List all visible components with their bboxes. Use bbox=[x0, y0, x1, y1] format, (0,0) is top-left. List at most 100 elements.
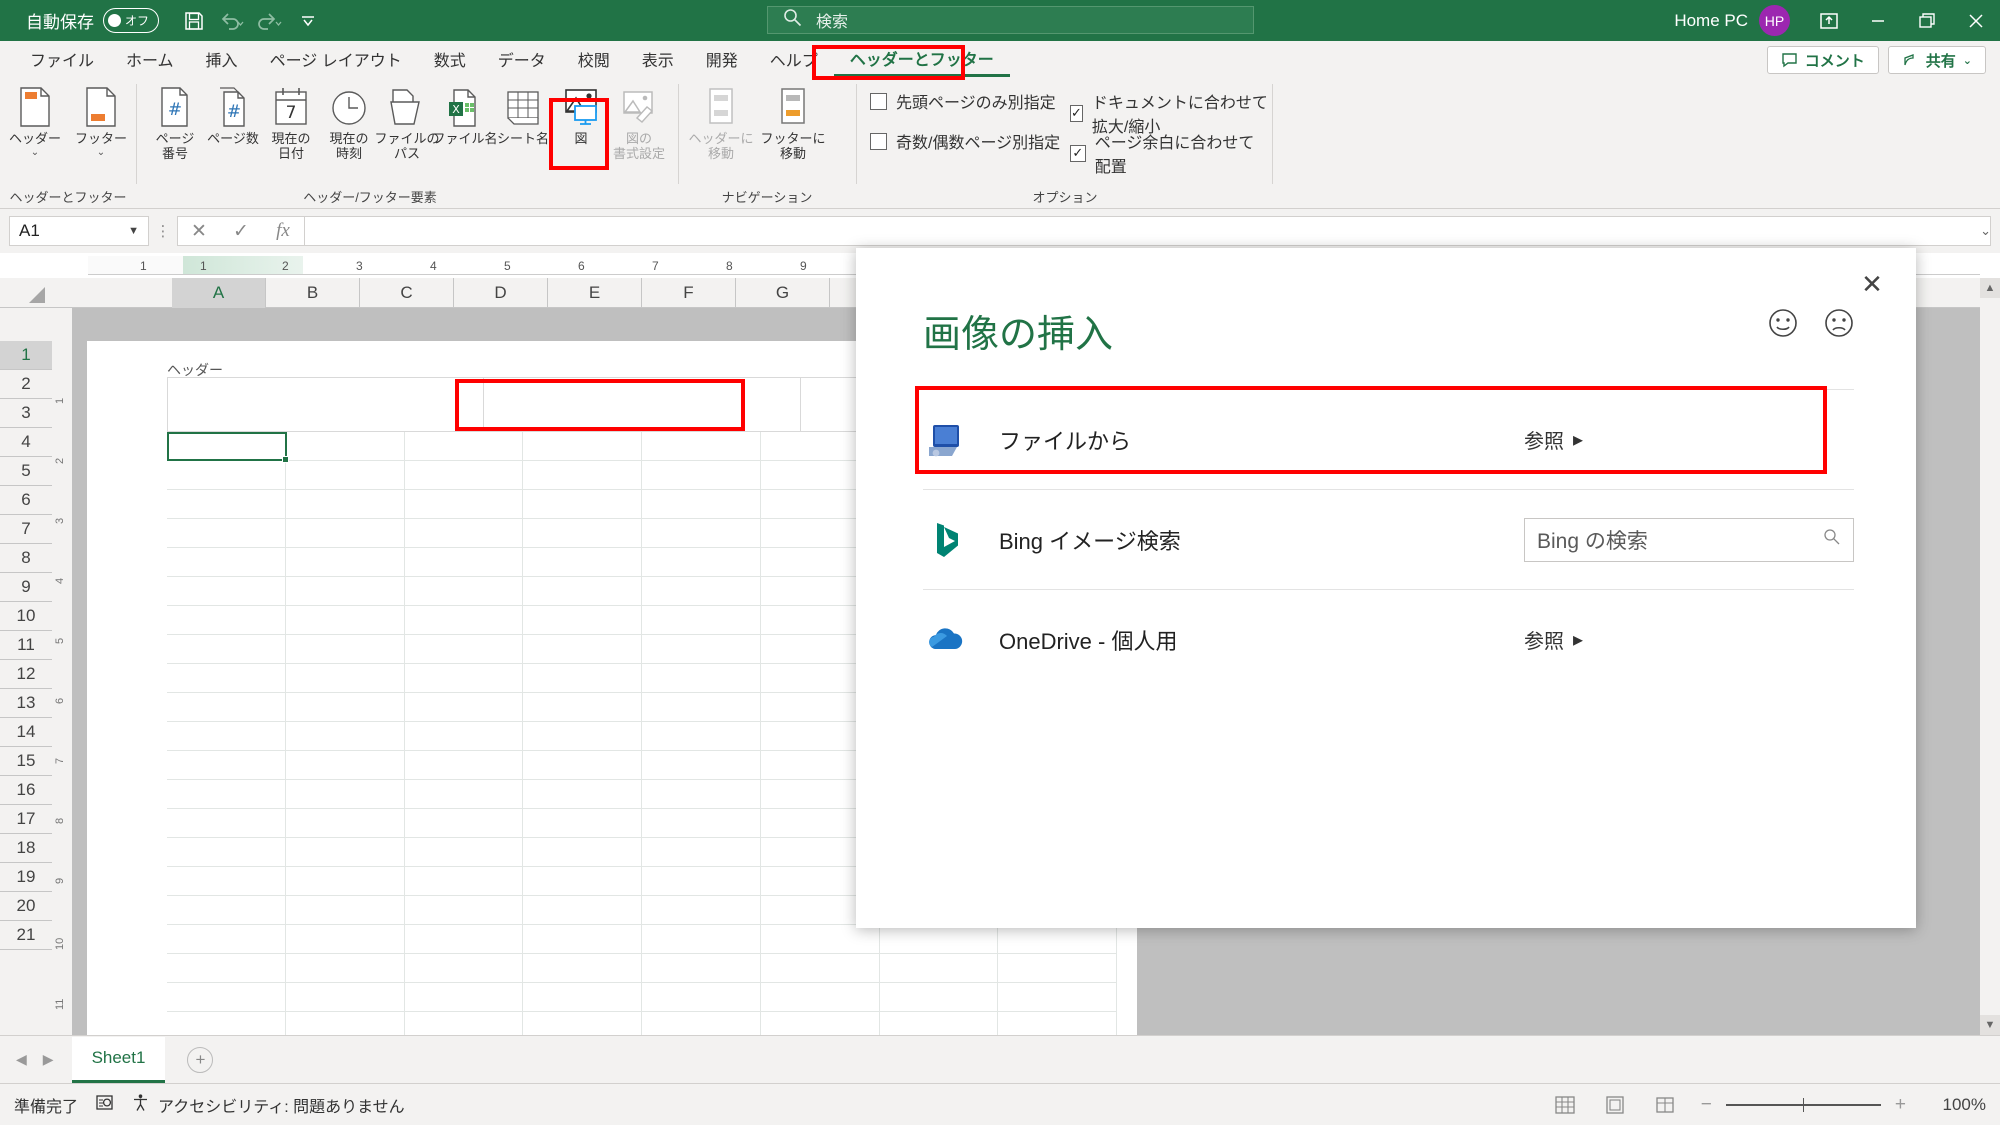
normal-view-icon[interactable] bbox=[1551, 1093, 1579, 1117]
checkbox-checked-icon[interactable]: ✓ bbox=[1070, 104, 1083, 122]
checkbox-unchecked-icon[interactable] bbox=[870, 132, 887, 150]
zoom-track[interactable] bbox=[1725, 1097, 1881, 1112]
row-header-4[interactable]: 4 bbox=[0, 428, 52, 457]
chevron-down-icon[interactable]: ⌄ bbox=[31, 147, 39, 158]
tab-data[interactable]: データ bbox=[482, 41, 562, 77]
tab-page-layout[interactable]: ページ レイアウト bbox=[254, 41, 418, 77]
tab-file[interactable]: ファイル bbox=[14, 41, 110, 77]
header-button[interactable]: ヘッダー ⌄ bbox=[2, 82, 68, 158]
vertical-scrollbar[interactable]: ▲ ▼ bbox=[1980, 278, 2000, 1035]
fx-icon[interactable]: fx bbox=[262, 216, 304, 246]
autosave-switch[interactable]: オフ bbox=[103, 8, 159, 33]
sheet-nav-arrows[interactable]: ◀ ▶ bbox=[16, 1051, 54, 1068]
sheet-name-button[interactable]: シート名 bbox=[490, 82, 556, 147]
source-onedrive-personal[interactable]: OneDrive - 個人用 参照 ▸ bbox=[923, 589, 1854, 689]
file-name-button[interactable]: X ファイル名 bbox=[432, 82, 498, 147]
scroll-up-arrow-icon[interactable]: ▲ bbox=[1980, 278, 2000, 298]
row-header-8[interactable]: 8 bbox=[0, 544, 52, 573]
tab-developer[interactable]: 開発 bbox=[690, 41, 754, 77]
formula-input[interactable] bbox=[304, 216, 1991, 246]
row-header-20[interactable]: 20 bbox=[0, 892, 52, 921]
current-date-button[interactable]: 7 現在の 日付 bbox=[258, 82, 324, 162]
from-file-browse-button[interactable]: 参照 ▸ bbox=[1524, 425, 1854, 454]
tab-formulas[interactable]: 数式 bbox=[418, 41, 482, 77]
chevron-down-icon[interactable]: ⌄ bbox=[97, 147, 105, 158]
column-header-b[interactable]: B bbox=[266, 278, 360, 308]
zoom-slider[interactable]: − + bbox=[1701, 1094, 1906, 1116]
row-header-11[interactable]: 11 bbox=[0, 631, 52, 660]
scroll-down-arrow-icon[interactable]: ▼ bbox=[1980, 1015, 2000, 1035]
vertical-scroll-track[interactable] bbox=[1980, 298, 2000, 1015]
column-header-g[interactable]: G bbox=[736, 278, 830, 308]
header-section-left[interactable] bbox=[168, 378, 485, 431]
column-header-d[interactable]: D bbox=[454, 278, 548, 308]
name-box[interactable]: A1 ▼ bbox=[9, 216, 149, 246]
record-macro-icon[interactable] bbox=[94, 1092, 115, 1118]
checkbox-unchecked-icon[interactable] bbox=[870, 92, 887, 110]
chevron-left-icon[interactable]: ◀ bbox=[16, 1051, 27, 1068]
page-count-button[interactable]: # ページ数 bbox=[200, 82, 266, 147]
row-header-16[interactable]: 16 bbox=[0, 776, 52, 805]
accessibility-status[interactable]: アクセシビリティ: 問題ありません bbox=[131, 1093, 405, 1117]
chevron-down-icon[interactable] bbox=[291, 5, 325, 37]
zoom-in-button[interactable]: + bbox=[1895, 1094, 1906, 1116]
tab-header-footer[interactable]: ヘッダーとフッター bbox=[833, 41, 1010, 77]
page-number-button[interactable]: # ページ 番号 bbox=[142, 82, 208, 162]
row-header-14[interactable]: 14 bbox=[0, 718, 52, 747]
ribbon-display-icon[interactable] bbox=[1804, 0, 1853, 41]
sheet-tab-sheet1[interactable]: Sheet1 bbox=[71, 1036, 166, 1083]
row-header-15[interactable]: 15 bbox=[0, 747, 52, 776]
header-section-center[interactable] bbox=[484, 378, 801, 431]
add-sheet-button[interactable]: + bbox=[187, 1046, 214, 1073]
smiley-happy-icon[interactable] bbox=[1766, 306, 1800, 345]
chevron-down-icon[interactable]: ▼ bbox=[128, 225, 139, 237]
comments-button[interactable]: コメント bbox=[1766, 46, 1879, 74]
row-header-13[interactable]: 13 bbox=[0, 689, 52, 718]
redo-icon[interactable] bbox=[253, 5, 287, 37]
footer-button[interactable]: フッター ⌄ bbox=[68, 82, 134, 158]
tab-home[interactable]: ホーム bbox=[110, 41, 190, 77]
source-from-file[interactable]: ファイルから 参照 ▸ bbox=[923, 389, 1854, 489]
tab-help[interactable]: ヘルプ bbox=[754, 41, 834, 77]
select-all-button[interactable] bbox=[0, 278, 52, 308]
zoom-thumb[interactable] bbox=[1803, 1097, 1805, 1112]
tab-view[interactable]: 表示 bbox=[626, 41, 690, 77]
row-header-17[interactable]: 17 bbox=[0, 805, 52, 834]
minimize-icon[interactable] bbox=[1853, 0, 1902, 41]
option-align-with-margins[interactable]: ✓ ページ余白に合わせて配置 bbox=[1070, 129, 1270, 177]
picture-button[interactable]: 図 bbox=[548, 82, 614, 147]
search-input[interactable]: 検索 bbox=[767, 6, 1254, 34]
tab-review[interactable]: 校閲 bbox=[562, 41, 626, 77]
column-header-f[interactable]: F bbox=[642, 278, 736, 308]
undo-icon[interactable] bbox=[215, 5, 249, 37]
row-header-10[interactable]: 10 bbox=[0, 602, 52, 631]
row-header-5[interactable]: 5 bbox=[0, 457, 52, 486]
avatar[interactable]: HP bbox=[1759, 5, 1790, 36]
row-header-19[interactable]: 19 bbox=[0, 863, 52, 892]
close-icon[interactable]: ✕ bbox=[1854, 266, 1890, 302]
row-header-9[interactable]: 9 bbox=[0, 573, 52, 602]
tab-insert[interactable]: 挿入 bbox=[190, 41, 254, 77]
row-header-7[interactable]: 7 bbox=[0, 515, 52, 544]
row-header-2[interactable]: 2 bbox=[0, 370, 52, 399]
goto-footer-button[interactable]: フッターに 移動 bbox=[760, 82, 826, 162]
autosave-toggle[interactable]: 自動保存 オフ bbox=[26, 8, 159, 33]
share-button[interactable]: 共有 ⌄ bbox=[1887, 46, 1986, 74]
account-info[interactable]: Home PC HP bbox=[1674, 5, 1790, 36]
formula-bar-expand-icon[interactable]: ⌄ bbox=[1980, 223, 1991, 239]
column-header-e[interactable]: E bbox=[548, 278, 642, 308]
zoom-level[interactable]: 100% bbox=[1928, 1095, 1986, 1115]
search-icon[interactable] bbox=[1822, 527, 1841, 552]
close-icon[interactable] bbox=[1951, 0, 2000, 41]
active-cell-a1[interactable] bbox=[167, 432, 289, 463]
column-header-a[interactable]: A bbox=[172, 278, 266, 308]
page-break-icon[interactable] bbox=[1651, 1093, 1679, 1117]
cancel-icon[interactable]: ✕ bbox=[178, 216, 220, 246]
row-header-12[interactable]: 12 bbox=[0, 660, 52, 689]
row-header-1[interactable]: 1 bbox=[0, 341, 52, 370]
row-header-21[interactable]: 21 bbox=[0, 921, 52, 950]
check-icon[interactable]: ✓ bbox=[220, 216, 262, 246]
fill-handle[interactable] bbox=[282, 456, 289, 463]
restore-icon[interactable] bbox=[1902, 0, 1951, 41]
chevron-down-icon[interactable]: ⌄ bbox=[1963, 54, 1972, 67]
